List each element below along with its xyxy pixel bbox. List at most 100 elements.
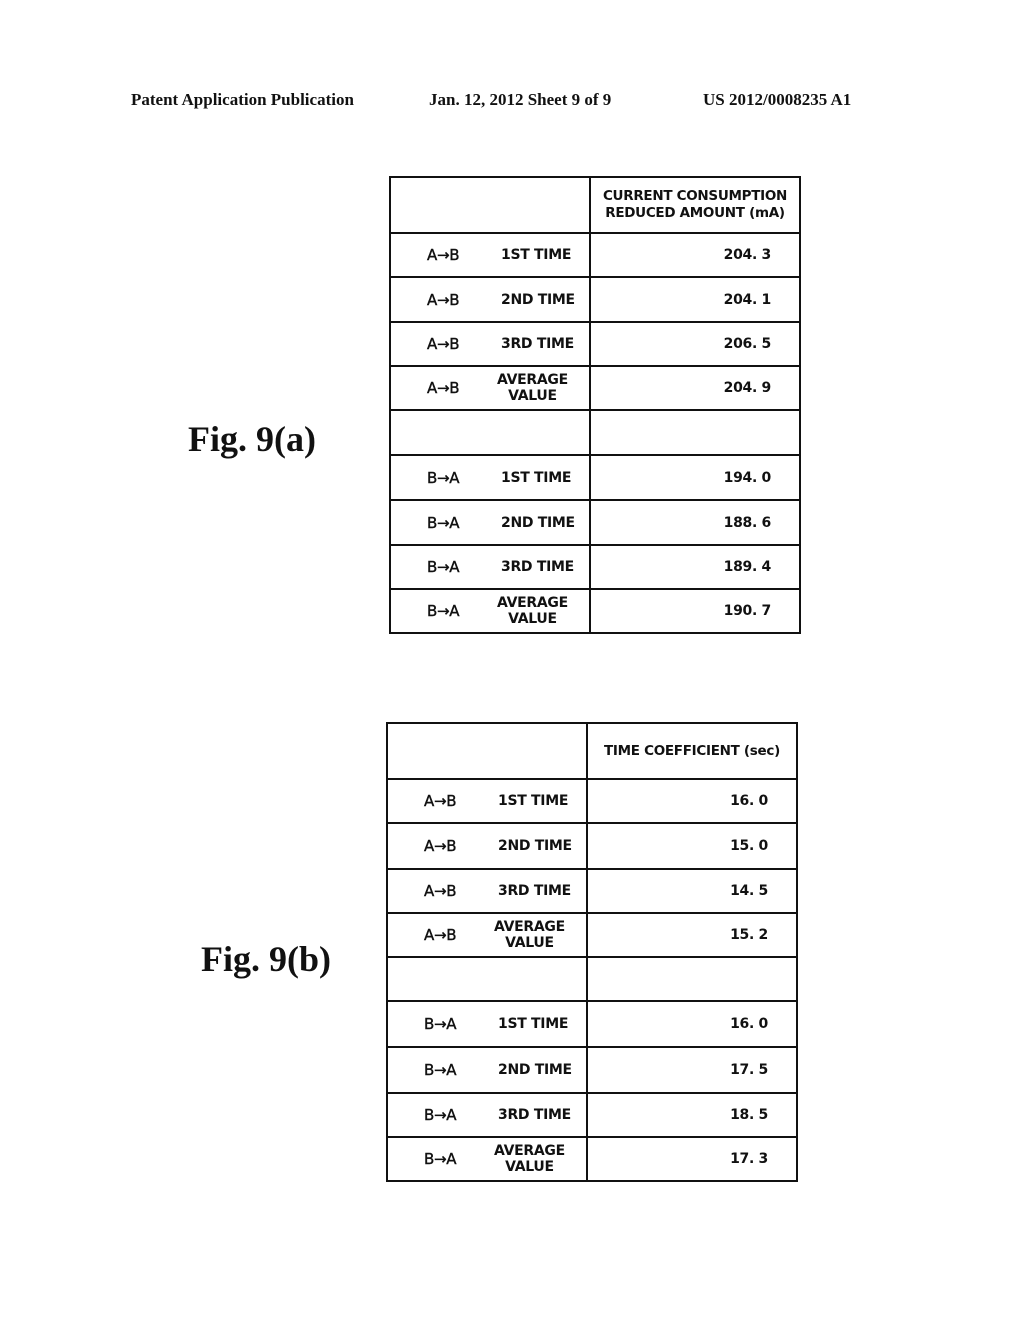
measurement-label-line1: 3RD TIME (498, 1107, 571, 1123)
direction-label: B→A (424, 1106, 457, 1124)
measurement-label: 3RD TIME (497, 336, 574, 352)
measurement-label: AVERAGE VALUE (497, 595, 568, 627)
table-row: B→A 3RD TIME 189. 4 (389, 544, 801, 590)
direction-label: A→B (424, 792, 457, 810)
table-header-row: CURRENT CONSUMPTION REDUCED AMOUNT (mA) (389, 176, 801, 234)
measurement-label: 1ST TIME (497, 470, 571, 486)
row-label-cell: A→B 2ND TIME (389, 276, 591, 323)
measurement-label-line2: VALUE (505, 1159, 554, 1175)
direction-label: A→B (424, 926, 457, 944)
value-cell: 16. 0 (586, 1000, 798, 1048)
measurement-label-line1: 1ST TIME (498, 793, 569, 809)
value-cell: 16. 0 (586, 778, 798, 824)
measurement-label: AVERAGE VALUE (497, 372, 568, 404)
table-row: A→B 3RD TIME 14. 5 (386, 868, 798, 914)
direction-label: A→B (427, 290, 460, 309)
measurement-label: 2ND TIME (494, 1062, 572, 1078)
table-fig-9a: CURRENT CONSUMPTION REDUCED AMOUNT (mA) A→… (389, 176, 801, 634)
measurement-label-line1: AVERAGE (494, 1143, 565, 1159)
measurement-label-line2: VALUE (508, 388, 557, 404)
table-row: A→B 2ND TIME 15. 0 (386, 822, 798, 870)
value-cell: 14. 5 (586, 868, 798, 914)
measurement-label: 2ND TIME (497, 292, 575, 308)
column-header-line1: CURRENT CONSUMPTION (602, 188, 788, 204)
measurement-label-line1: 3RD TIME (501, 336, 574, 352)
measurement-label-line1: 2ND TIME (501, 291, 575, 308)
row-label: A→B 2ND TIME (391, 290, 589, 309)
measurement-label-line1: 2ND TIME (501, 514, 575, 531)
direction-label: B→A (427, 468, 460, 487)
column-header: TIME COEFFICIENT (sec) (586, 722, 798, 780)
measurement-label-line2: VALUE (508, 611, 557, 627)
value-cell (589, 409, 801, 456)
column-header-line2: REDUCED AMOUNT (mA) (605, 205, 785, 221)
row-label: B→A 3RD TIME (388, 1106, 586, 1124)
row-label-cell: B→A 3RD TIME (389, 544, 591, 590)
row-label-cell (389, 409, 591, 456)
row-label-cell: A→B 3RD TIME (386, 868, 588, 914)
direction-label: A→B (427, 335, 460, 353)
value-cell: 206. 5 (589, 321, 801, 367)
row-label-cell: A→B AVERAGE VALUE (389, 365, 591, 411)
measurement-label-line2: VALUE (505, 935, 554, 951)
row-label: B→A 1ST TIME (388, 1015, 586, 1033)
measurement-label-line1: 3RD TIME (498, 883, 571, 899)
direction-label: B→A (427, 513, 460, 532)
table-row: A→B 3RD TIME 206. 5 (389, 321, 801, 367)
table-row: B→A 1ST TIME 16. 0 (386, 1000, 798, 1048)
row-label: B→A 2ND TIME (388, 1061, 586, 1079)
row-label-cell (386, 956, 588, 1002)
table-header-row: TIME COEFFICIENT (sec) (386, 722, 798, 780)
measurement-label: 3RD TIME (494, 883, 571, 899)
measurement-label: 3RD TIME (494, 1107, 571, 1123)
row-label-cell: B→A 1ST TIME (389, 454, 591, 501)
table-row: B→A 2ND TIME 188. 6 (389, 499, 801, 546)
measurement-label: 1ST TIME (497, 247, 571, 263)
row-label: A→B 3RD TIME (391, 335, 589, 353)
row-label-cell: B→A 2ND TIME (386, 1046, 588, 1094)
direction-label: A→B (424, 882, 457, 900)
row-label-cell: A→B 2ND TIME (386, 822, 588, 870)
measurement-label-line1: AVERAGE (497, 372, 568, 388)
table-row: B→A 3RD TIME 18. 5 (386, 1092, 798, 1138)
publication-number: US 2012/0008235 A1 (703, 90, 852, 109)
table-row: A→B AVERAGE VALUE 15. 2 (386, 912, 798, 958)
row-label-cell: B→A 3RD TIME (386, 1092, 588, 1138)
measurement-label-line1: AVERAGE (494, 919, 565, 935)
row-label-cell: B→A 1ST TIME (386, 1000, 588, 1048)
row-label: A→B AVERAGE VALUE (391, 372, 589, 404)
row-label-cell: A→B AVERAGE VALUE (386, 912, 588, 958)
value-cell: 17. 3 (586, 1136, 798, 1182)
row-label: B→A 2ND TIME (391, 513, 589, 532)
table-row: B→A AVERAGE VALUE 17. 3 (386, 1136, 798, 1182)
value-cell (586, 956, 798, 1002)
column-header: CURRENT CONSUMPTION REDUCED AMOUNT (mA) (589, 176, 801, 234)
measurement-label: 1ST TIME (494, 1016, 568, 1032)
value-cell: 188. 6 (589, 499, 801, 546)
table-row-spacer (386, 956, 798, 1002)
measurement-label-line1: AVERAGE (497, 595, 568, 611)
measurement-label: 3RD TIME (497, 559, 574, 575)
table-row: B→A 1ST TIME 194. 0 (389, 454, 801, 501)
measurement-label: AVERAGE VALUE (494, 919, 565, 951)
table-row: B→A AVERAGE VALUE 190. 7 (389, 588, 801, 634)
row-label-cell: B→A AVERAGE VALUE (386, 1136, 588, 1182)
value-cell: 15. 0 (586, 822, 798, 870)
row-label: B→A AVERAGE VALUE (391, 595, 589, 627)
table-row: A→B 2ND TIME 204. 1 (389, 276, 801, 323)
row-label: B→A 1ST TIME (391, 468, 589, 487)
row-label: B→A AVERAGE VALUE (388, 1143, 586, 1175)
direction-label: B→A (424, 1015, 457, 1033)
value-cell: 17. 5 (586, 1046, 798, 1094)
measurement-label: 2ND TIME (497, 515, 575, 531)
measurement-label-line1: 3RD TIME (501, 559, 574, 575)
row-label-cell: B→A AVERAGE VALUE (389, 588, 591, 634)
measurement-label: AVERAGE VALUE (494, 1143, 565, 1175)
header-empty-cell (389, 176, 591, 234)
row-label: B→A 3RD TIME (391, 558, 589, 576)
value-cell: 18. 5 (586, 1092, 798, 1138)
measurement-label-line1: 2ND TIME (498, 838, 572, 854)
measurement-label: 2ND TIME (494, 838, 572, 854)
row-label: A→B AVERAGE VALUE (388, 919, 586, 951)
value-cell: 194. 0 (589, 454, 801, 501)
